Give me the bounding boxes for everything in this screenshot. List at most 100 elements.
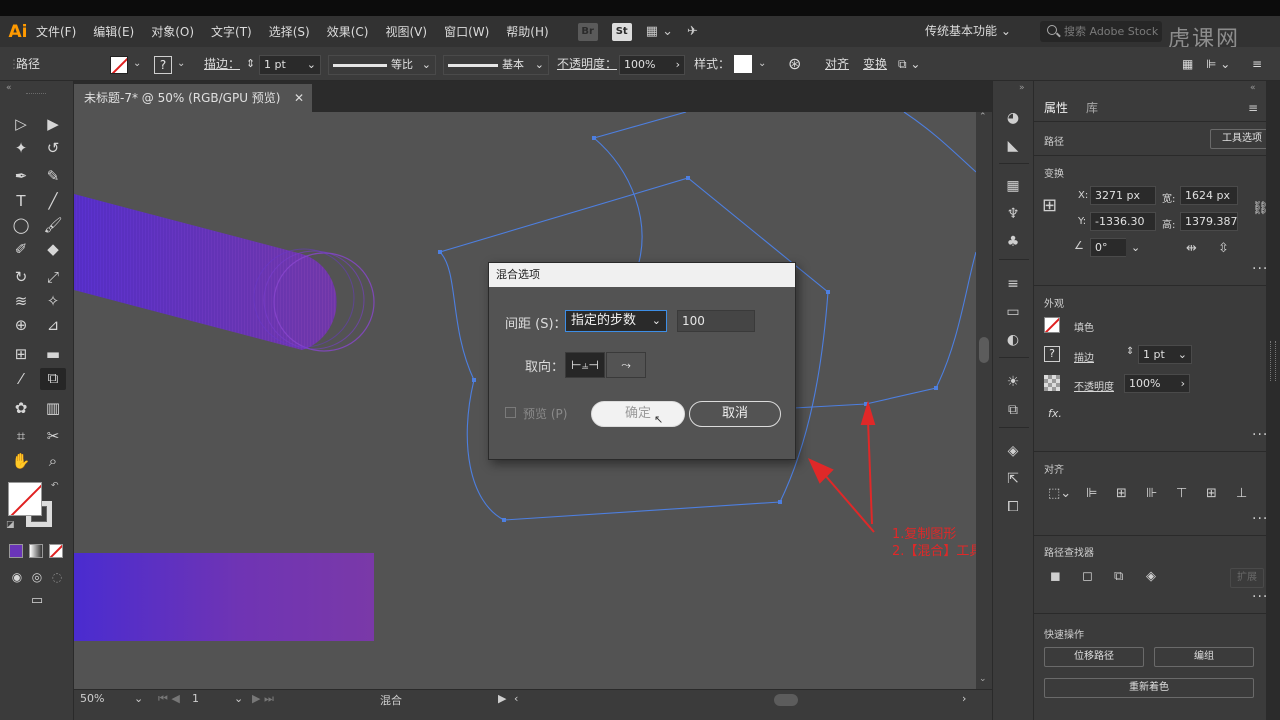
first-artboard-icon[interactable]: ⏮ ◀ <box>158 692 180 706</box>
screen-mode-icon[interactable]: ▭ <box>26 591 48 611</box>
fill-color-box[interactable] <box>8 482 42 516</box>
menu-select[interactable]: 选择(S) <box>269 23 310 40</box>
spacing-mode-select[interactable]: 指定的步数 ⌄ <box>565 310 667 332</box>
exclude-icon[interactable]: ◈ <box>1146 569 1156 584</box>
artboard-number[interactable]: 1 <box>192 692 199 705</box>
align-bottom-icon[interactable]: ⊥ <box>1236 486 1247 501</box>
search-stock-input[interactable]: 搜索 Adobe Stock <box>1040 21 1162 42</box>
align-to-path-icon[interactable]: ⤳ <box>606 352 646 378</box>
graphic-styles-icon[interactable]: ⧉ <box>1003 400 1023 420</box>
recolor-artwork-icon[interactable]: ⊛ <box>788 47 801 81</box>
opacity-field[interactable]: 100% › <box>619 55 685 75</box>
menu-edit[interactable]: 编辑(E) <box>93 23 134 40</box>
line-tool-icon[interactable]: ╱ <box>42 191 64 211</box>
menu-object[interactable]: 对象(O) <box>151 23 194 40</box>
menu-file[interactable]: 文件(F) <box>36 23 76 40</box>
vertical-scrollbar[interactable]: ⌃ ⌄ <box>976 112 992 689</box>
recolor-button[interactable]: 重新着色 <box>1044 678 1254 698</box>
steps-input[interactable]: 100 <box>677 310 755 332</box>
stroke-stepper-icon[interactable]: ⇕ <box>246 47 255 81</box>
x-position-field[interactable]: 3271 px <box>1090 186 1156 205</box>
warp-tool-icon[interactable]: ≋ <box>10 291 32 311</box>
isolate-icon[interactable]: ⧉ ⌄ <box>898 47 920 81</box>
swap-colors-icon[interactable]: ↶ <box>51 481 59 491</box>
status-menu-icon[interactable]: ▶ <box>498 692 506 705</box>
paintbrush-tool-icon[interactable]: 🖌 <box>42 215 64 235</box>
collapse-panel-icon[interactable]: « <box>6 83 12 93</box>
stroke-stepper-icon[interactable]: ⇕ <box>1126 346 1134 357</box>
ellipse-tool-icon[interactable]: ◯ <box>10 215 32 235</box>
align-panel-icon[interactable]: ⊫ ⌄ <box>1206 47 1230 81</box>
menu-view[interactable]: 视图(V) <box>385 23 427 40</box>
magic-wand-tool-icon[interactable]: ✦ <box>10 138 32 158</box>
group-button[interactable]: 编组 <box>1154 647 1254 667</box>
draw-behind-icon[interactable]: ◎ <box>26 567 48 587</box>
ok-button[interactable]: 确定 ↖ <box>591 401 685 427</box>
appearance-fill-swatch[interactable] <box>1044 317 1060 333</box>
hand-tool-icon[interactable]: ✋ <box>10 451 32 471</box>
align-horizontal-center-icon[interactable]: ⊞ <box>1116 486 1127 501</box>
color-mode-swatch[interactable] <box>9 544 23 558</box>
bridge-button[interactable]: Br <box>577 22 598 41</box>
slice-tool-icon[interactable]: ✂ <box>42 426 64 446</box>
column-graph-tool-icon[interactable]: ▥ <box>42 398 64 418</box>
style-dropdown-icon[interactable]: ⌄ <box>758 47 766 81</box>
align-vertical-center-icon[interactable]: ⊞ <box>1206 486 1217 501</box>
artboards-panel-icon[interactable]: ⧠ <box>1003 497 1023 517</box>
document-tab[interactable]: 未标题-7* @ 50% (RGB/GPU 预览) ✕ <box>74 84 312 112</box>
curvature-tool-icon[interactable]: ✎ <box>42 166 64 186</box>
align-top-icon[interactable]: ⊤ <box>1176 486 1187 501</box>
align-to-selection-icon[interactable]: ⬚⌄ <box>1048 486 1071 501</box>
stroke-label[interactable]: 描边： <box>204 47 240 81</box>
artboard-tool-icon[interactable]: ⌗ <box>10 426 32 446</box>
stroke-weight-field[interactable]: 1 pt ⌄ <box>259 55 321 75</box>
mesh-tool-icon[interactable]: ⊞ <box>10 344 32 364</box>
height-field[interactable]: 1379.387 <box>1180 212 1238 231</box>
stroke-dropdown-icon[interactable]: ⌄ <box>177 47 185 81</box>
scroll-right-icon[interactable]: › <box>962 692 966 705</box>
symbols-icon[interactable]: ♣ <box>1003 232 1023 252</box>
scale-tool-icon[interactable]: ⤢ <box>42 267 64 287</box>
y-position-field[interactable]: -1336.30 <box>1090 212 1156 231</box>
workspace-switcher[interactable]: 传统基本功能 ⌄ <box>925 16 1011 47</box>
reference-point-icon[interactable]: ⊞ <box>1042 195 1057 216</box>
graphic-style-swatch[interactable] <box>734 55 752 73</box>
tab-libraries[interactable]: 库 <box>1086 95 1098 121</box>
tool-options-button[interactable]: 工具选项 <box>1210 129 1274 149</box>
cancel-button[interactable]: 取消 <box>689 401 781 427</box>
width-field[interactable]: 1624 px <box>1180 186 1238 205</box>
fill-swatch[interactable] <box>110 56 128 74</box>
selection-tool-icon[interactable]: ▷ <box>10 114 32 134</box>
panel-grid-icon[interactable]: ▦ <box>1182 47 1193 81</box>
panel-menu-icon[interactable]: ≡ <box>1248 95 1258 121</box>
menu-effect[interactable]: 效果(C) <box>327 23 369 40</box>
scroll-up-icon[interactable]: ⌃ <box>979 112 987 122</box>
stroke-swatch[interactable]: ? <box>154 56 172 74</box>
dialog-title[interactable]: 混合选项 <box>489 263 795 287</box>
draw-normal-icon[interactable]: ◉ <box>6 567 28 587</box>
horizontal-scroll-thumb[interactable] <box>774 694 798 706</box>
collapse-right-icon[interactable]: « <box>1250 83 1256 93</box>
gradient-mode-swatch[interactable] <box>29 544 43 558</box>
panel-resize-handle[interactable] <box>1270 341 1276 381</box>
opacity-label[interactable]: 不透明度 <box>1074 378 1114 393</box>
menu-window[interactable]: 窗口(W) <box>444 23 489 40</box>
gradient-tool-icon[interactable]: ▬ <box>42 344 64 364</box>
artboard-dropdown-icon[interactable]: ⌄ <box>234 692 243 705</box>
default-colors-icon[interactable]: ◪ <box>6 520 15 530</box>
effects-button[interactable]: fx. <box>1048 407 1062 420</box>
preview-checkbox[interactable] <box>505 407 516 418</box>
offset-path-button[interactable]: 位移路径 <box>1044 647 1144 667</box>
menu-type[interactable]: 文字(T) <box>211 23 252 40</box>
perspective-grid-tool-icon[interactable]: ⊿ <box>42 315 64 335</box>
chevron-down-icon[interactable]: ⌄ <box>1126 238 1146 257</box>
lasso-tool-icon[interactable]: ↺ <box>42 138 64 158</box>
puppet-warp-tool-icon[interactable]: ✧ <box>42 291 64 311</box>
shaper-tool-icon[interactable]: ✐ <box>10 239 32 259</box>
rotate-tool-icon[interactable]: ↻ <box>10 267 32 287</box>
draw-inside-icon[interactable]: ◌ <box>46 567 68 587</box>
gradient-panel-icon[interactable]: ▭ <box>1003 302 1023 322</box>
align-to-page-icon[interactable]: ⊢⫨⊣ <box>565 352 605 378</box>
expand-panels-icon[interactable]: » <box>1019 83 1025 93</box>
variable-width-profile[interactable]: 等比 ⌄ <box>328 55 436 75</box>
